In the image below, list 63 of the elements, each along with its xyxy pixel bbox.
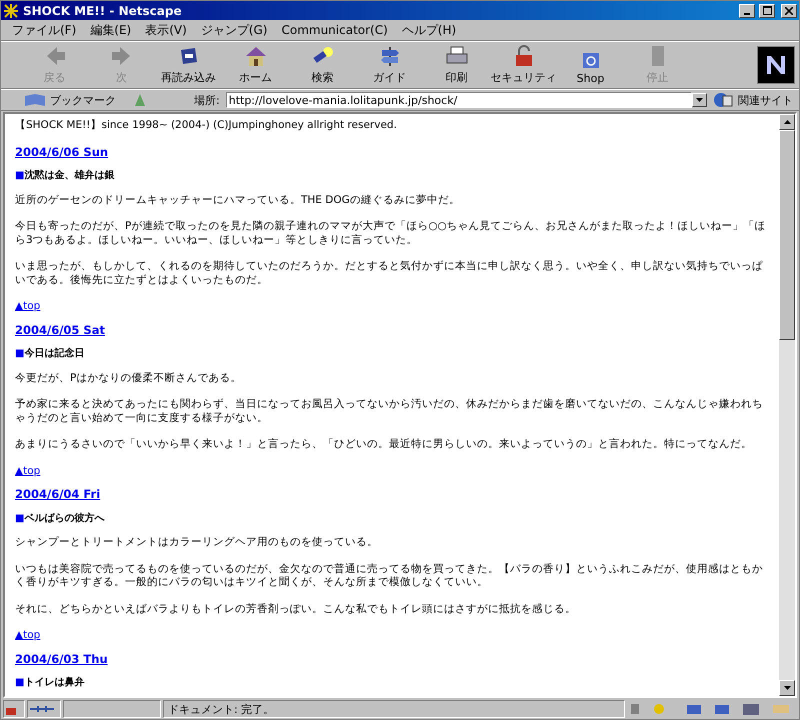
menu-item[interactable]: 表示(V) <box>138 22 194 38</box>
paragraph: 近所のゲーセンのドリームキャッチャーにハマっている。THE DOGの縫ぐるみに夢中だ。 <box>15 194 461 207</box>
minimize-button[interactable] <box>739 4 755 18</box>
date-link[interactable]: 2004/6/03 Thu <box>15 652 114 666</box>
paragraph: 今日も寄ったのだが、Pが連続で取ったのを見た隣の親子連れのママが大声で「ほら○○ちゃん見てごらん、お兄さんがまた取ったよ！ほしいねー」「ほら3つもあるよ。ほしいねー。いいねー、ほしいねー」等としきりに言っていた。 <box>15 220 767 247</box>
scroll-thumb[interactable] <box>779 130 795 340</box>
date-link[interactable]: 2004/6/04 Fri <box>15 488 106 502</box>
menu-item[interactable]: ヘルプ(H) <box>394 22 464 38</box>
paragraph: いつもは美容院で売ってるものを使っているのだが、金欠なので普通に売ってる物を買ってきた。【バラの香り】というふれこみだが、使用感はともかく香りがキツすぎる。一般的にバラの匂いはキツイと聞くが、そんな所まで模倣しなくていい。 <box>15 562 764 590</box>
paragraph: シャンプーとトリートメントはカラーリングヘア用のものを使っている。 <box>15 536 379 550</box>
menu-item[interactable]: Communicator(C) <box>274 23 395 37</box>
toolbar-button[interactable]: 印刷 <box>423 43 490 87</box>
related-sites-button[interactable]: 関連サイト <box>713 92 793 108</box>
down-arrow-icon <box>784 686 790 690</box>
toolbar-button[interactable]: セキュリティ <box>490 43 557 87</box>
date-link[interactable]: 2004/6/06 Sun <box>15 146 114 159</box>
status-text: ドキュメント: 完了。 <box>167 702 274 716</box>
square-marker: ■ <box>15 347 24 360</box>
scroll-up-button[interactable] <box>779 114 795 130</box>
entry-title: 沈黙は金、雄弁は銀 <box>24 169 114 182</box>
bookmarks-button[interactable]: ブックマーク <box>23 92 116 108</box>
window-title: SHOCK ME!! - Netscape <box>23 4 183 18</box>
menu-item[interactable]: ファイル(F) <box>5 22 84 38</box>
entry-title: ベルばらの彼方へ <box>24 512 104 525</box>
minimize-icon <box>744 12 750 14</box>
book-icon <box>23 92 47 108</box>
globe-icon <box>713 92 735 108</box>
paragraph: いま思ったが、もしかして、くれるのを期待していたのだろうか。だとすると気付かずに本当に申し訳なく思う。いや全く、申し訳ない気持ちでいっぱいである。後悔先に立たずとはよくいったものだ。 <box>15 260 764 287</box>
menu-item[interactable]: 編集(E) <box>83 22 138 38</box>
square-marker: ■ <box>15 512 24 525</box>
scrollbar[interactable] <box>779 114 795 696</box>
toolbar-button[interactable]: Shop <box>557 43 624 87</box>
paragraph: 今更だが、Pはかなりの優柔不断さんである。 <box>15 372 242 385</box>
close-icon <box>785 6 793 14</box>
app-icon <box>3 2 19 18</box>
location-label: 場所: <box>194 92 220 108</box>
url-field[interactable]: http://lovelove-mania.lolitapunk.jp/shock/ <box>226 92 692 108</box>
toolbar-button[interactable]: ホーム <box>222 43 289 87</box>
caret-icon <box>696 98 703 102</box>
toolbar-button[interactable]: 検索 <box>289 43 356 87</box>
date-link[interactable]: 2004/6/05 Sat <box>15 324 111 337</box>
top-link[interactable]: ▲top <box>15 629 40 642</box>
maximize-icon <box>762 6 772 15</box>
entry-title: 今日は記念日 <box>24 347 84 360</box>
maximize-button[interactable] <box>759 4 775 18</box>
scroll-down-button[interactable] <box>779 680 795 696</box>
paragraph: 予め家に来ると決めてあったにも関わらず、当日になってお風呂入ってないから汚いだの、休みだからまだ歯を磨いてないだの、こんなんじゃ嫌われちゃうだのと言い始めて一向に支度する様子がない。 <box>15 398 764 425</box>
paragraph: それに、どちらかといえばバラよりもトイレの芳香剤っぽい。こんな私でもトイレ頭にはさすがに抵抗を感じる。 <box>15 602 577 616</box>
logo <box>757 46 795 84</box>
entry-title: トイレは鼻弁 <box>24 676 84 690</box>
menu-item[interactable]: ジャンプ(G) <box>194 22 274 38</box>
square-marker: ■ <box>15 169 24 182</box>
copyright-text: 【SHOCK ME!!】since 1998~ (2004-) (C)Jumpinghoney allright reserved. <box>15 119 398 132</box>
top-link[interactable]: ▲top <box>15 464 40 478</box>
square-marker: ■ <box>15 676 24 690</box>
paragraph: あまりにうるさいので「いいから早く来いよ！」と言ったら、「ひどいの。最近特に男らしいの。来いよっていうの」と言われた。特にってなんだ。 <box>15 438 753 452</box>
dropdown-button[interactable] <box>692 93 707 107</box>
up-arrow-icon <box>784 120 790 124</box>
toolbar-button[interactable]: 再読み込み <box>155 43 222 87</box>
top-link[interactable]: ▲top <box>15 300 40 314</box>
security-status-icon[interactable] <box>3 700 25 718</box>
close-button[interactable] <box>781 4 797 18</box>
toolbar-button[interactable]: ガイド <box>356 43 423 87</box>
